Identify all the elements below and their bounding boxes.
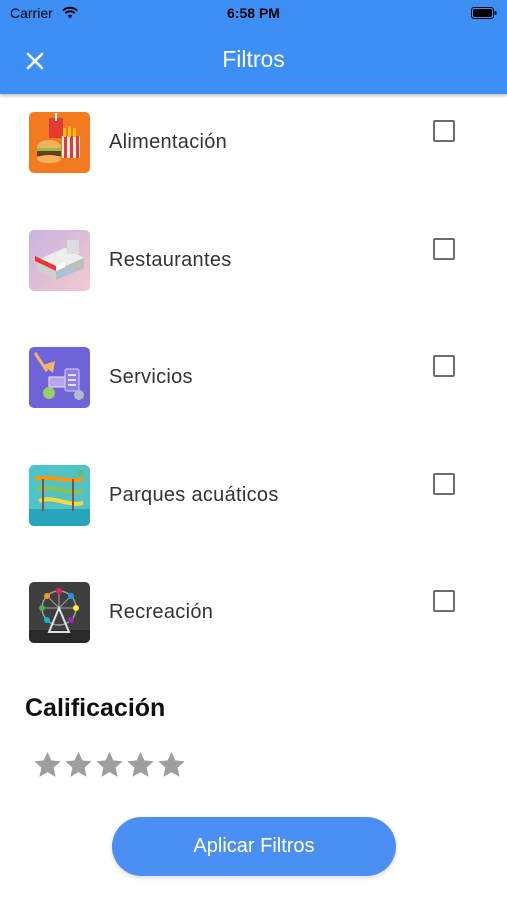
star-icon[interactable] <box>156 750 187 780</box>
category-row-parques-acuaticos[interactable]: Parques acuáticos <box>0 447 507 565</box>
category-row-recreacion[interactable]: Recreación <box>0 564 507 682</box>
food-thumbnail <box>29 112 90 173</box>
category-checkbox[interactable] <box>433 472 455 495</box>
status-time: 6:58 PM <box>227 5 280 21</box>
star-icon[interactable] <box>63 750 94 780</box>
star-icon[interactable] <box>94 750 125 780</box>
status-bar: Carrier 6:58 PM <box>0 0 507 28</box>
star-icon[interactable] <box>125 750 156 780</box>
services-thumbnail <box>29 347 90 408</box>
category-label: Servicios <box>109 366 193 388</box>
page-title: Filtros <box>222 46 285 72</box>
battery-icon <box>471 7 497 19</box>
restaurant-thumbnail <box>29 229 90 291</box>
category-checkbox[interactable] <box>433 590 455 612</box>
recreation-thumbnail <box>29 582 90 643</box>
star-rating <box>32 750 187 780</box>
category-list: Alimentación Restaurantes Servicios Parq… <box>0 94 507 682</box>
category-row-servicios[interactable]: Servicios <box>0 329 507 447</box>
rating-title: Calificación <box>25 694 166 722</box>
category-checkbox[interactable] <box>433 120 455 142</box>
category-row-restaurantes[interactable]: Restaurantes <box>0 212 507 330</box>
waterpark-thumbnail <box>29 464 90 526</box>
category-checkbox[interactable] <box>433 355 455 377</box>
category-label: Recreación <box>109 601 214 623</box>
category-row-alimentacion[interactable]: Alimentación <box>0 94 507 212</box>
apply-filters-button[interactable]: Aplicar Filtros <box>112 817 396 876</box>
category-label: Restaurantes <box>109 248 232 271</box>
nav-bar: Filtros <box>0 28 507 94</box>
star-icon[interactable] <box>32 750 63 780</box>
category-label: Parques acuáticos <box>109 483 279 506</box>
category-checkbox[interactable] <box>433 237 455 260</box>
category-label: Alimentación <box>109 131 228 153</box>
